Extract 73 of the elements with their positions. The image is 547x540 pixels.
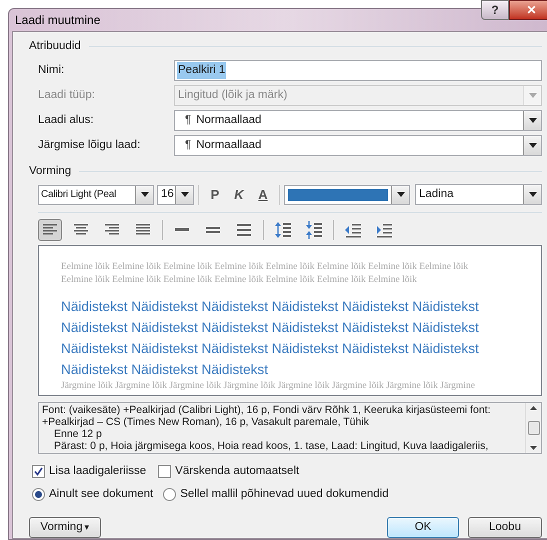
caret-icon [528, 92, 536, 98]
window-title: Laadi muutmine [15, 12, 100, 29]
style-dropdown[interactable]: ¶ Normaallaad [174, 134, 542, 156]
sample-text: Näidistekst Näidistekst Näidistekst [61, 360, 269, 378]
description-text: Font: (vaikesäte) +Pealkirjad (Calibri Light), 16 p, Fondi värv Rõhk 1, Keeruka kirjasüsteemi font: [42, 404, 492, 416]
font-dropdown[interactable]: Calibri Light (Peal [38, 184, 154, 204]
description-text: Pärast: 0 p, Hoia järgmisega koos, Hoia read koos, 1. tase, Laad: Lingitud, Kuva laadigaleriis, [53, 440, 490, 452]
dropdown-value: Normaallaad [196, 138, 262, 153]
description-text: Enne 12 p [53, 428, 103, 440]
size-dropdown[interactable]: 16 [157, 184, 194, 204]
checkbox[interactable] [32, 464, 45, 478]
pilcrow-icon: ¶ [185, 136, 192, 154]
dropdown-value: Calibri Light (Peal [40, 188, 118, 202]
caret-icon [180, 192, 188, 197]
checkbox[interactable] [158, 464, 172, 478]
field-label: Laadi tüüp: [38, 88, 96, 103]
align-left-button[interactable] [38, 218, 62, 240]
color-dropdown[interactable] [284, 184, 410, 204]
dropdown-button[interactable] [523, 110, 541, 130]
radio-button[interactable] [32, 488, 45, 501]
ok-button[interactable]: OK [387, 517, 459, 538]
cancel-button[interactable]: Loobu [468, 517, 542, 538]
scroll-up-icon [530, 406, 537, 410]
checkbox-label: Värskenda automaatselt [175, 464, 300, 478]
pilcrow-icon: ¶ [185, 112, 192, 129]
dropdown-value: Normaallaad [196, 112, 262, 128]
sample-text: Näidistekst Näidistekst Näidistekst Näidistekst Näidistekst Näidistekst [61, 340, 480, 358]
caret-icon [140, 192, 148, 197]
format-menu-button[interactable]: Vorming ▾ [29, 517, 101, 538]
caret-icon [528, 142, 536, 148]
caret-icon: ▾ [84, 520, 90, 534]
preview-previous-text: Eelmine lõik Eelmine lõik Eelmine lõik Eelmine lõik Eelmine lõik Eelmine lõik Eelmine lõik [61, 274, 418, 286]
style-dropdown[interactable]: ¶ Normaallaad [174, 110, 542, 131]
scroll-down-icon [530, 446, 537, 450]
double-icon [237, 224, 251, 236]
radio-label: Ainult see dokument [49, 486, 154, 502]
radio-label: Sellel mallil põhinevad uued dokumendid [180, 486, 389, 502]
description-text: +Pealkirjad – CS (Times New Roman), 16 p, Vasakult paremale, Tühik [42, 416, 370, 428]
section-title: Atribuudid [29, 39, 81, 54]
field-label: Järgmise lõigu laad: [38, 138, 142, 153]
one-half-icon [206, 226, 220, 232]
caret-icon [396, 192, 404, 197]
caret-icon [528, 118, 536, 123]
radio-button[interactable] [163, 488, 176, 501]
space-more-icon [274, 220, 292, 238]
dropdown-button[interactable] [135, 186, 153, 204]
preview-previous-text: Eelmine lõik Eelmine lõik Eelmine lõik Eelmine lõik Eelmine lõik Eelmine lõik Eelmine lõik Eelmine lõik [61, 260, 470, 274]
bold-button[interactable]: P [203, 184, 227, 204]
field-label: Laadi alus: [38, 112, 95, 128]
sample-text: Näidistekst Näidistekst Näidistekst Näidistekst Näidistekst Näidistekst [61, 298, 480, 316]
help-button[interactable]: ? [481, 0, 509, 20]
field-label: Nimi: [38, 62, 66, 78]
scroll-thumb[interactable] [528, 420, 540, 434]
selected-text: Pealkiri 1 [177, 62, 226, 79]
scrollbar[interactable] [525, 402, 541, 452]
dropdown-value: Ladina [418, 186, 455, 202]
preview-next-text: Järgmine lõik Järgmine lõik Järgmine lõik Järgmine lõik Järgmine lõik Järgmine lõik Järgmine lõik Järgmine [61, 380, 476, 392]
single-icon [175, 228, 189, 231]
section-title: Vorming [29, 164, 72, 180]
dropdown-value: 16 [160, 186, 175, 202]
sample-text: Näidistekst Näidistekst Näidistekst Näidistekst Näidistekst Näidistekst [61, 318, 480, 336]
name-field[interactable]: Pealkiri 1 [174, 60, 542, 81]
language-dropdown[interactable]: Ladina [415, 184, 542, 205]
caret-icon [528, 192, 536, 197]
checkbox-label: Lisa laadigaleriisse [49, 464, 146, 478]
italic-button[interactable]: K [227, 184, 251, 204]
dropdown-button[interactable] [523, 136, 541, 155]
dropdown-value: Lingitud (lõik ja märk) [177, 88, 288, 103]
dropdown-button[interactable] [175, 186, 193, 204]
dropdown-button[interactable] [391, 186, 409, 204]
dropdown-button[interactable] [523, 185, 541, 204]
space-less-icon [305, 220, 323, 238]
underline-button[interactable]: A [251, 184, 275, 204]
